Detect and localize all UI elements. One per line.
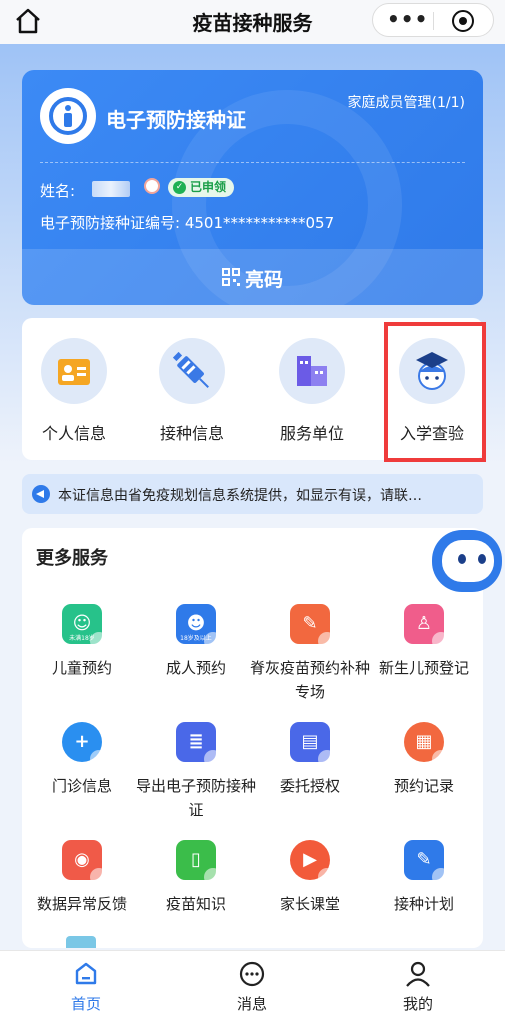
export-icon: ≣ [176, 722, 222, 768]
dashed-divider [40, 162, 465, 163]
building-icon [279, 338, 345, 404]
service-authorization[interactable]: ▤ 委托授权 [250, 722, 370, 798]
user-icon [406, 961, 430, 987]
show-code-button[interactable]: 亮码 [22, 249, 483, 305]
clinic-icon: + [62, 722, 108, 768]
family-management-link[interactable]: 家庭成员管理(1/1) [348, 92, 465, 112]
tab-label: 消息 [236, 995, 267, 1013]
service-label: 接种计划 [393, 895, 454, 913]
message-icon [239, 961, 265, 987]
service-clinic-info[interactable]: + 门诊信息 [22, 722, 142, 798]
entry-service-unit[interactable]: 服务单位 [262, 338, 362, 444]
more-services-title: 更多服务 [36, 548, 108, 569]
mascot-eye-icon [478, 554, 486, 564]
service-parent-class[interactable]: ▶ 家长课堂 [250, 840, 370, 916]
check-icon: ✓ [173, 181, 186, 194]
syringe-icon [159, 338, 225, 404]
title-bar: 疫苗接种服务 ••• [0, 0, 505, 44]
home-icon [75, 962, 97, 985]
service-label: 委托授权 [279, 777, 340, 795]
service-label: 新生儿预登记 [378, 659, 469, 677]
service-newborn-register[interactable]: ♙ 新生儿预登记 [364, 604, 483, 680]
partial-service-icon [66, 936, 96, 948]
service-vaccine-knowledge[interactable]: ▯ 疫苗知识 [136, 840, 256, 916]
entry-vaccination-info[interactable]: 接种信息 [142, 338, 242, 444]
service-appointment-records[interactable]: ▦ 预约记录 [364, 722, 483, 798]
service-label: 家长课堂 [279, 895, 340, 913]
entry-personal-info[interactable]: 个人信息 [24, 338, 124, 444]
video-icon: ▶ [290, 840, 336, 886]
service-label: 预约记录 [393, 777, 454, 795]
vaccination-certificate-card[interactable]: 电子预防接种证 家庭成员管理(1/1) 姓名: ✓ 已申领 电子预防接种证编号:… [22, 70, 483, 305]
more-dots-icon[interactable]: ••• [387, 9, 427, 29]
bottom-tab-bar: 首页 消息 我的 [0, 950, 505, 1017]
tab-label: 我的 [402, 995, 433, 1013]
more-services-panel: 更多服务 ☺ 未满18岁 儿童预约 ☻ 18岁及以上 成人预约 ✎ 脊灰疫苗预约补种… [22, 528, 483, 948]
service-adult-appointment[interactable]: ☻ 18岁及以上 成人预约 [136, 604, 256, 680]
tab-home[interactable]: 首页 [36, 961, 136, 1014]
entry-label: 个人信息 [41, 424, 106, 443]
target-icon[interactable] [452, 10, 474, 32]
status-badge: ✓ 已申领 [168, 178, 235, 197]
stroller-icon: ♙ [404, 604, 450, 650]
notice-bar[interactable]: 本证信息由省免疫规划信息系统提供，如显示有误，请联… [22, 474, 483, 514]
service-label: 儿童预约 [51, 659, 112, 677]
service-label: 疫苗知识 [165, 895, 226, 913]
entry-label: 接种信息 [159, 424, 224, 443]
name-label: 姓名: [40, 182, 76, 200]
plan-icon: ✎ [404, 840, 450, 886]
child-icon-caption: 未满18岁 [69, 635, 95, 642]
tab-messages[interactable]: 消息 [202, 961, 302, 1014]
tab-label: 首页 [70, 995, 101, 1013]
certificate-logo-icon [40, 88, 96, 144]
capsule-divider [433, 12, 434, 30]
qr-code-icon [222, 268, 240, 286]
id-card-icon [41, 338, 107, 404]
service-label: 成人预约 [165, 659, 226, 677]
service-vaccination-plan[interactable]: ✎ 接种计划 [364, 840, 483, 916]
status-badge-label: 已申领 [190, 180, 227, 194]
service-label: 门诊信息 [51, 777, 112, 795]
certificate-title: 电子预防接种证 [106, 108, 246, 132]
mini-program-capsule: ••• [372, 3, 494, 37]
mascot-face [442, 540, 494, 582]
gender-icon [144, 178, 160, 194]
calendar-icon: ▦ [404, 722, 450, 768]
notice-text: 本证信息由省免疫规划信息系统提供，如显示有误，请联… [58, 488, 422, 504]
service-child-appointment[interactable]: ☺ 未满18岁 儿童预约 [22, 604, 142, 680]
show-code-label: 亮码 [245, 269, 284, 291]
mascot-eye-icon [458, 554, 466, 564]
entry-label: 服务单位 [279, 424, 344, 443]
service-export-certificate[interactable]: ≣ 导出电子预防接种证 [136, 722, 256, 822]
authorize-icon: ▤ [290, 722, 336, 768]
certificate-number: 电子预防接种证编号: 4501***********057 [40, 214, 335, 232]
masked-name [92, 181, 130, 197]
vaccine-icon: ✎ [290, 604, 336, 650]
service-polio-vaccine[interactable]: ✎ 脊灰疫苗预约补种专场 [250, 604, 370, 704]
speaker-icon [32, 485, 50, 503]
service-label: 数据异常反馈 [36, 895, 127, 913]
highlight-frame [384, 322, 486, 462]
service-label: 导出电子预防接种证 [136, 777, 257, 819]
book-icon: ▯ [176, 840, 222, 886]
child-icon: ☺ 未满18岁 [62, 604, 108, 650]
adult-icon: ☻ 18岁及以上 [176, 604, 222, 650]
service-data-feedback[interactable]: ◉ 数据异常反馈 [22, 840, 142, 916]
service-label: 脊灰疫苗预约补种专场 [250, 659, 371, 701]
assistant-mascot[interactable] [428, 528, 505, 598]
adult-icon-caption: 18岁及以上 [180, 635, 212, 642]
feedback-icon: ◉ [62, 840, 108, 886]
tab-mine[interactable]: 我的 [368, 961, 468, 1014]
